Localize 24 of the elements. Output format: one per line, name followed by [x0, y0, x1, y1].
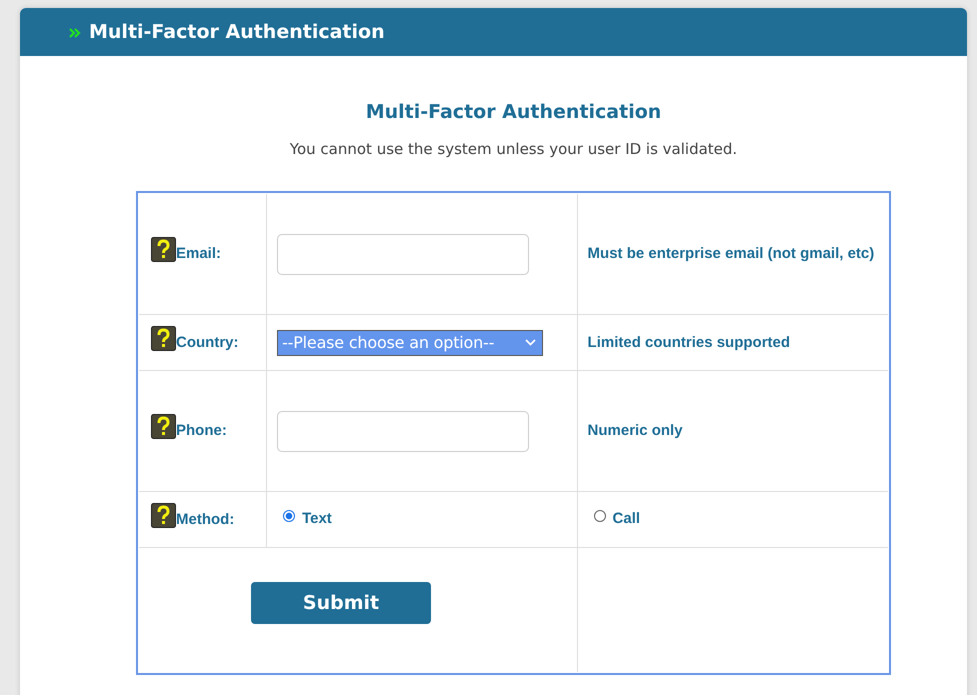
field-label: Phone: — [176, 422, 227, 439]
caret-icon — [525, 339, 536, 346]
field-hint: Numeric only — [588, 422, 683, 439]
field-hint: Must be enterprise email (not gmail, etc) — [588, 245, 874, 262]
radio-button[interactable] — [594, 510, 606, 522]
header-title: Multi-Factor Authentication — [89, 21, 385, 43]
help-icon[interactable] — [151, 237, 176, 262]
radio-label: Call — [612, 510, 640, 527]
double-chevron-icon — [69, 28, 81, 38]
text-input[interactable] — [277, 410, 530, 452]
submit-button[interactable]: Submit — [251, 582, 431, 624]
page-heading: Multi-Factor Authentication — [366, 101, 662, 123]
field-label: Email: — [176, 245, 222, 262]
text-input[interactable] — [277, 234, 530, 274]
field-hint: Limited countries supported — [588, 334, 790, 350]
field-label: Method: — [176, 510, 234, 528]
help-icon[interactable] — [151, 326, 176, 350]
radio-label: Text — [302, 510, 332, 527]
radio-button[interactable] — [283, 510, 296, 522]
intro-text: You cannot use the system unless your user ID is validated. — [290, 140, 738, 158]
country-select[interactable]: --Please choose an option-- — [277, 330, 544, 356]
help-icon[interactable] — [151, 414, 176, 439]
field-label: Country: — [176, 334, 238, 350]
help-icon[interactable] — [151, 502, 176, 528]
